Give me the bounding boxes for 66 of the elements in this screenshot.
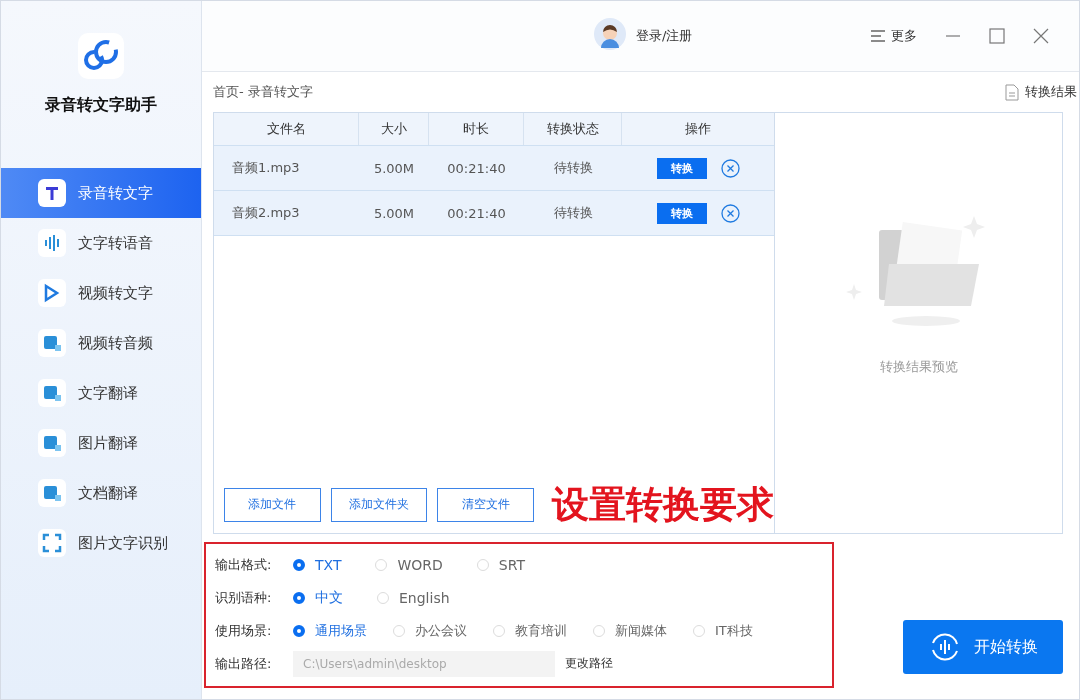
setting-label: 识别语种:	[215, 588, 273, 607]
column-header: 操作	[684, 120, 712, 138]
results-link[interactable]: 转换结果	[1005, 83, 1077, 101]
table-cell-text: 00:21:40	[446, 159, 507, 178]
document-icon	[1005, 83, 1019, 101]
table-cell-text: 待转换	[552, 204, 594, 222]
radio-option[interactable]: 办公会议	[393, 621, 467, 640]
convert-button[interactable]: 转换	[656, 157, 707, 179]
sidebar-item[interactable]: 视频转音频	[1, 318, 201, 368]
radio-option[interactable]: English	[377, 589, 450, 606]
sidebar-item[interactable]: 录音转文字	[1, 168, 201, 218]
sidebar-item[interactable]: 视频转文字	[1, 268, 201, 318]
file-button[interactable]: 添加文件夹	[330, 487, 428, 522]
column-header: 转换状态	[524, 113, 622, 145]
radio-option[interactable]: 通用场景	[293, 621, 367, 640]
table-cell-text: 5.00M	[372, 204, 416, 223]
start-button[interactable]: 开始转换	[903, 620, 1063, 674]
tool-icon	[38, 279, 66, 307]
maximize-icon[interactable]	[989, 28, 1005, 44]
sidebar-item[interactable]: 图片翻译	[1, 418, 201, 468]
setting-label: 输出格式:	[215, 555, 273, 574]
more-button[interactable]: 更多	[871, 27, 917, 45]
table-cell-text: 音频2.mp3	[231, 204, 301, 222]
radio-option[interactable]: IT科技	[693, 621, 753, 640]
table-cell-text: 音频1.mp3	[231, 159, 301, 177]
setting-label: 使用场景:	[215, 621, 273, 640]
radio-option[interactable]: 中文	[293, 588, 343, 607]
preview-caption: 转换结果预览	[879, 358, 958, 376]
table-cell-text: 待转换	[552, 159, 594, 177]
remove-icon[interactable]	[720, 158, 740, 178]
table-cell-text: 5.00M	[372, 159, 416, 178]
menu-icon	[871, 30, 885, 42]
radio-option[interactable]: TXT	[293, 556, 342, 573]
sidebar-item[interactable]: 文档翻译	[1, 468, 201, 518]
sidebar-item[interactable]: 文字转语音	[1, 218, 201, 268]
sidebar-item[interactable]: 文字翻译	[1, 368, 201, 418]
radio-option[interactable]: 教育培训	[493, 621, 567, 640]
file-row[interactable]: 音频2.mp3 5.00M 00:21:40 待转换 转换	[214, 191, 774, 236]
radio-option[interactable]: WORD	[375, 556, 443, 573]
breadcrumb: 首页- 录音转文字	[213, 83, 313, 101]
file-button[interactable]: 添加文件	[224, 487, 321, 522]
login-link[interactable]: 登录/注册	[636, 27, 693, 45]
close-icon[interactable]	[1033, 28, 1049, 44]
tool-icon	[38, 479, 66, 507]
radio-option[interactable]: 新闻媒体	[593, 621, 667, 640]
tool-icon	[38, 229, 66, 257]
column-header: 大小	[359, 113, 429, 145]
setting-label: 输出路径:	[215, 654, 273, 673]
remove-icon[interactable]	[720, 203, 740, 223]
tool-icon	[38, 379, 66, 407]
tool-icon	[38, 179, 66, 207]
tool-icon	[38, 529, 66, 557]
app-logo-icon	[78, 33, 124, 79]
change-path-link[interactable]: 更改路径	[565, 655, 613, 672]
app-title: 录音转文字助手	[45, 95, 157, 116]
file-button[interactable]: 清空文件	[437, 487, 534, 522]
column-header: 文件名	[214, 113, 359, 145]
radio-option[interactable]: SRT	[476, 556, 525, 573]
file-row[interactable]: 音频1.mp3 5.00M 00:21:40 待转换 转换	[214, 146, 774, 191]
tool-icon	[38, 329, 66, 357]
sidebar-item[interactable]: 图片文字识别	[1, 518, 201, 568]
table-cell-text: 00:21:40	[446, 204, 507, 223]
tool-icon	[38, 429, 66, 457]
convert-button[interactable]: 转换	[656, 202, 707, 224]
column-header: 时长	[429, 113, 524, 145]
annotation-text: 设置转换要求	[552, 486, 774, 523]
